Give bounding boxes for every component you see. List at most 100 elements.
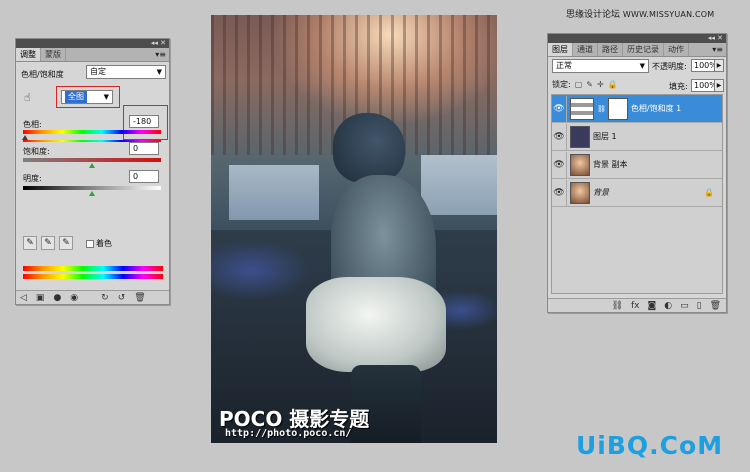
- fill-label: 填充:: [669, 82, 688, 91]
- panel-menu-icon[interactable]: ▾≡: [712, 45, 723, 54]
- lock-position-icon[interactable]: ✛: [597, 80, 604, 89]
- channel-value: 全图: [65, 91, 87, 103]
- layer-row[interactable]: 👁 背景 副本: [552, 151, 722, 179]
- saturation-label: 饱和度:: [23, 147, 50, 156]
- layer-row[interactable]: 👁 背景 🔒: [552, 179, 722, 207]
- visibility-eye-icon[interactable]: ◉: [70, 293, 78, 303]
- preset-value: 自定: [90, 67, 106, 76]
- tab-channels[interactable]: 通道: [573, 43, 598, 56]
- lock-transparent-icon[interactable]: ▢: [575, 80, 583, 89]
- lock-icon: 🔒: [704, 188, 714, 197]
- visibility-eye-icon[interactable]: 👁: [552, 160, 566, 170]
- add-mask-icon[interactable]: ◙: [648, 301, 657, 311]
- layer-divider: [566, 95, 567, 122]
- layer-name[interactable]: 色相/饱和度 1: [631, 103, 681, 114]
- clip-layer-icon[interactable]: ●: [53, 293, 61, 303]
- new-group-icon[interactable]: ▭: [680, 301, 689, 311]
- eyedropper-icon[interactable]: ✎: [23, 236, 37, 250]
- layer-name[interactable]: 背景: [593, 187, 609, 198]
- lock-label: 锁定:: [552, 80, 571, 89]
- lock-row: 锁定: ▢ ✎ ✛ 🔒: [552, 79, 618, 90]
- trash-icon[interactable]: 🗑: [134, 293, 145, 303]
- visibility-eye-icon[interactable]: 👁: [552, 132, 566, 142]
- layer-row[interactable]: 👁 ⛓ 色相/饱和度 1: [552, 95, 722, 123]
- layer-thumbnail: [570, 153, 590, 176]
- blend-mode-value: 正常: [556, 61, 572, 70]
- tab-layers[interactable]: 图层: [548, 43, 573, 56]
- new-layer-icon[interactable]: ▯: [697, 301, 702, 311]
- back-arrow-icon[interactable]: ◁: [20, 293, 27, 303]
- layer-name[interactable]: 图层 1: [593, 131, 617, 142]
- lightness-input[interactable]: 0: [129, 170, 159, 183]
- watermark-top-text: 思缘设计论坛: [566, 10, 621, 20]
- visibility-eye-icon[interactable]: 👁: [552, 104, 566, 114]
- layer-mask-thumbnail[interactable]: [607, 97, 628, 120]
- document-canvas[interactable]: POCO 摄影专题 http://photo.poco.cn/: [211, 15, 497, 443]
- visibility-eye-icon[interactable]: 👁: [552, 188, 566, 198]
- layers-list: 👁 ⛓ 色相/饱和度 1 👁 图层 1 👁 背景 副本 👁 背景 🔒: [551, 94, 723, 294]
- preset-select[interactable]: 自定 ▼: [86, 65, 166, 79]
- new-adjustment-icon[interactable]: ◐: [664, 301, 672, 311]
- watermark-top: 思缘设计论坛 WWW.MISSYUAN.COM: [566, 7, 714, 20]
- tab-actions[interactable]: 动作: [664, 43, 689, 56]
- photo-window-right: [421, 155, 497, 215]
- layer-row[interactable]: 👁 图层 1: [552, 123, 722, 151]
- photo-subject-shirt: [306, 277, 446, 372]
- opacity-slider-arrow-icon[interactable]: ▶: [714, 59, 724, 72]
- adjustment-type-label: 色相/饱和度: [21, 70, 64, 79]
- hue-label: 色相:: [23, 120, 42, 129]
- layer-divider: [566, 179, 567, 206]
- saturation-input[interactable]: 0: [129, 142, 159, 155]
- blend-mode-select[interactable]: 正常 ▼: [552, 59, 649, 73]
- tab-adjustments[interactable]: 调整: [16, 48, 41, 61]
- lock-all-icon[interactable]: 🔒: [608, 80, 618, 89]
- trash-icon[interactable]: 🗑: [710, 301, 721, 311]
- colorize-checkbox[interactable]: [86, 239, 94, 248]
- lightness-slider-track[interactable]: [23, 186, 161, 190]
- layer-divider: [566, 123, 567, 150]
- layer-divider: [566, 151, 567, 178]
- opacity-label: 不透明度:: [652, 62, 687, 71]
- watermark-bottom: UiBQ.CoM: [576, 431, 724, 460]
- tab-masks[interactable]: 蒙版: [41, 48, 66, 61]
- photo-brand-url: http://photo.poco.cn/: [225, 428, 352, 439]
- tab-paths[interactable]: 路径: [598, 43, 623, 56]
- lock-image-icon[interactable]: ✎: [586, 80, 593, 89]
- adjustments-panel-titlebar[interactable]: ◂◂ ✕: [16, 39, 169, 48]
- layer-thumbnail: [570, 181, 590, 204]
- collapse-close-icon[interactable]: ◂◂ ✕: [151, 39, 166, 48]
- layers-footer: ⛓ fx ◙ ◐ ▭ ▯ 🗑: [548, 298, 726, 312]
- input-spectrum-bar: [23, 266, 163, 271]
- colorize-checkbox-row[interactable]: 着色: [86, 238, 112, 249]
- fill-slider-arrow-icon[interactable]: ▶: [714, 79, 724, 92]
- view-previous-icon[interactable]: ↻: [101, 293, 109, 303]
- layer-thumbnail: [570, 125, 590, 148]
- lightness-label: 明度:: [23, 174, 42, 183]
- eyedropper-plus-icon[interactable]: ✎: [41, 236, 55, 250]
- adjustments-tabs: 调整 蒙版 ▾≡: [16, 48, 169, 62]
- expand-view-icon[interactable]: ▣: [36, 293, 45, 303]
- layer-name[interactable]: 背景 副本: [593, 159, 628, 170]
- channel-select[interactable]: 全图 ▼: [61, 90, 113, 104]
- collapse-close-icon[interactable]: ◂◂ ✕: [708, 34, 723, 43]
- saturation-slider-thumb[interactable]: [89, 163, 95, 168]
- reset-icon[interactable]: ↺: [118, 293, 126, 303]
- adjustments-footer: ◁ ▣ ● ◉ ↻ ↺ 🗑: [16, 290, 169, 304]
- saturation-slider-track[interactable]: [23, 158, 161, 162]
- lightness-slider-thumb[interactable]: [89, 191, 95, 196]
- mask-link-icon[interactable]: ⛓: [597, 105, 606, 113]
- layer-style-fx-icon[interactable]: fx: [631, 301, 640, 311]
- chevron-down-icon: ▼: [103, 93, 109, 101]
- panel-menu-icon[interactable]: ▾≡: [155, 50, 166, 59]
- colorize-label: 着色: [96, 239, 112, 248]
- hue-slider-track[interactable]: [23, 130, 161, 134]
- target-adjust-hand-icon[interactable]: ☝: [24, 91, 31, 104]
- link-layers-icon[interactable]: ⛓: [612, 301, 623, 311]
- hue-input[interactable]: -180: [129, 115, 159, 128]
- layers-tabs: 图层 通道 路径 历史记录 动作 ▾≡: [548, 43, 726, 57]
- layers-panel-titlebar[interactable]: ◂◂ ✕: [548, 34, 726, 43]
- eyedropper-minus-icon[interactable]: ✎: [59, 236, 73, 250]
- adjustments-panel: ◂◂ ✕ 调整 蒙版 ▾≡ 色相/饱和度 自定 ▼ ☝ 全图 ▼ 色相: -18…: [15, 38, 170, 305]
- photo-subject-hair: [333, 113, 405, 183]
- tab-history[interactable]: 历史记录: [623, 43, 664, 56]
